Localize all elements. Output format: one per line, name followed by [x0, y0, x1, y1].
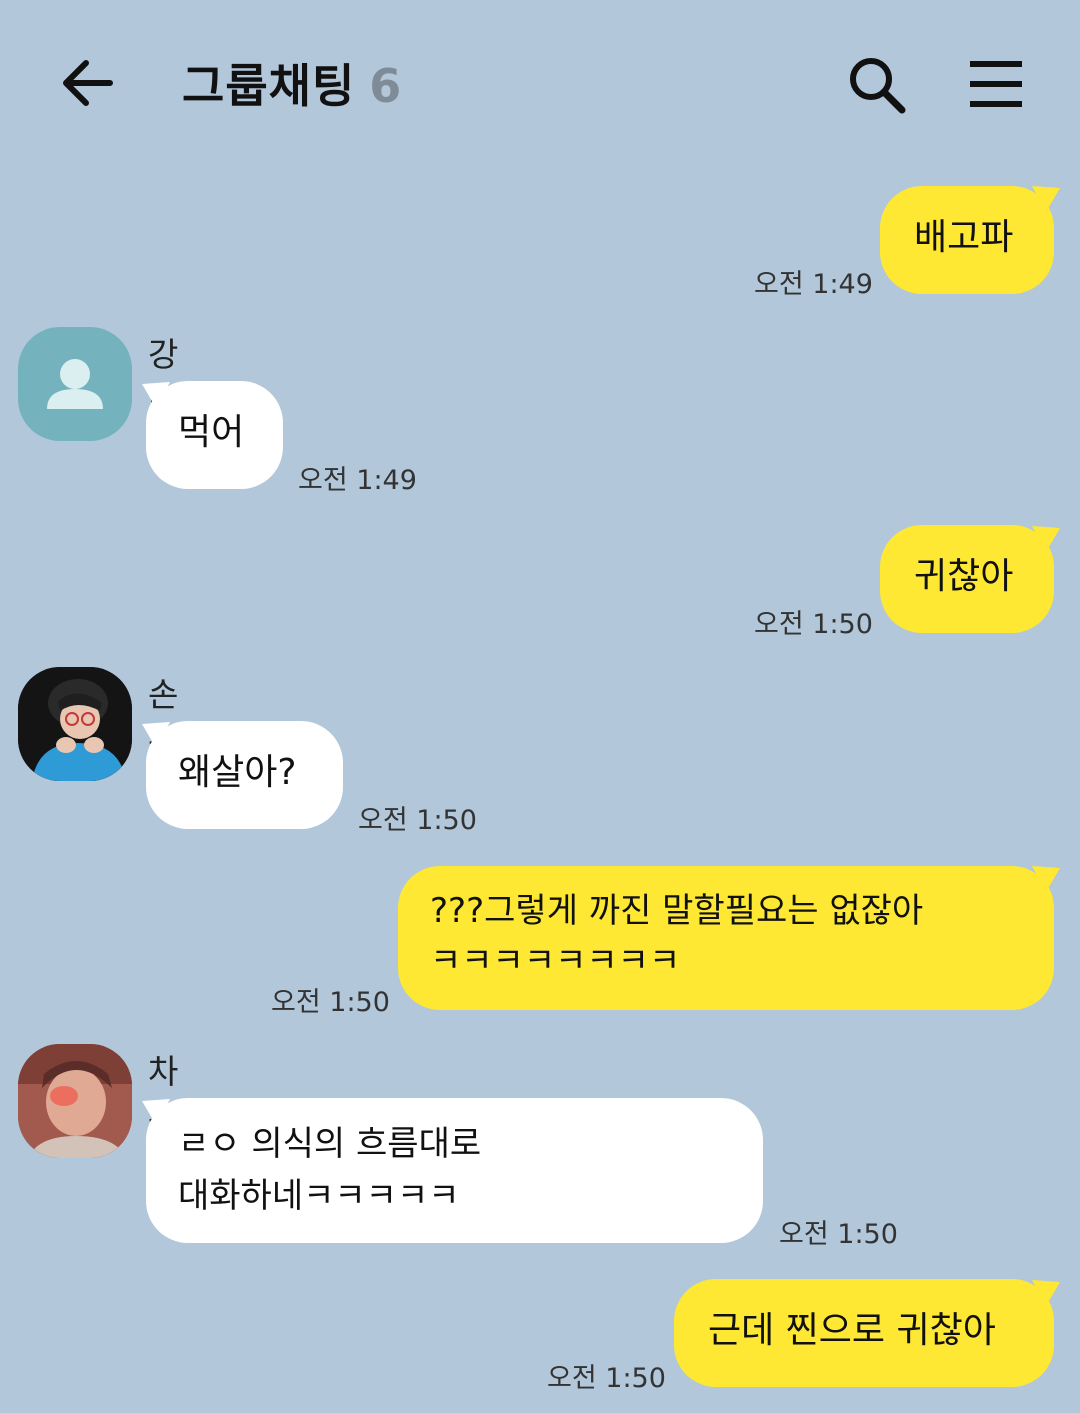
profile-photo — [18, 1044, 132, 1158]
message-time: 오전 1:49 — [298, 465, 417, 496]
search-icon[interactable] — [846, 54, 908, 116]
message-time: 오전 1:50 — [754, 609, 873, 640]
message-text-line: ???그렇게 까진 말할필요는 없잖아 — [430, 891, 924, 931]
message-text: 근데 찐으로 귀찮아 — [708, 1310, 996, 1351]
message-text: 왜살아? — [178, 752, 297, 793]
menu-icon[interactable] — [966, 58, 1026, 110]
message-text-line: ㄹㅇ 의식의 흐름대로 — [178, 1124, 482, 1164]
member-count: 6 — [369, 59, 403, 113]
message-time: 오전 1:50 — [358, 805, 477, 836]
bubble-tail — [1032, 1280, 1060, 1306]
default-avatar[interactable] — [18, 327, 132, 441]
person-icon — [47, 359, 103, 409]
message-text: 귀찮아 — [914, 556, 1014, 597]
message-bubble[interactable]: 귀찮아 — [880, 525, 1054, 633]
bubble-tail — [1032, 526, 1060, 552]
chat-title: 그룹채팅 6 — [182, 50, 402, 116]
message-bubble[interactable]: 왜살아? — [146, 721, 343, 829]
message-bubble[interactable]: 먹어 — [146, 381, 283, 489]
chat-header: 그룹채팅 6 — [0, 0, 1080, 170]
chat-room-name: 그룹채팅 — [182, 59, 356, 113]
message-bubble[interactable]: 배고파 — [880, 186, 1054, 294]
message-time: 오전 1:50 — [547, 1363, 666, 1394]
back-arrow-icon[interactable] — [58, 55, 118, 111]
message-text: 먹어 — [178, 412, 245, 453]
bubble-tail — [1032, 186, 1060, 212]
message-text-line: 대화하네ㅋㅋㅋㅋㅋ — [178, 1176, 460, 1216]
profile-photo-avatar[interactable] — [18, 1044, 132, 1158]
profile-photo-avatar[interactable] — [18, 667, 132, 781]
message-bubble[interactable]: ㄹㅇ 의식의 흐름대로 대화하네ㅋㅋㅋㅋㅋ — [146, 1098, 763, 1243]
message-bubble[interactable]: 근데 찐으로 귀찮아 — [674, 1279, 1054, 1387]
message-time: 오전 1:50 — [779, 1219, 898, 1250]
message-time: 오전 1:49 — [754, 269, 873, 300]
message-bubble[interactable]: ???그렇게 까진 말할필요는 없잖아 ㅋㅋㅋㅋㅋㅋㅋㅋ — [398, 866, 1054, 1010]
message-text-line: ㅋㅋㅋㅋㅋㅋㅋㅋ — [430, 941, 681, 981]
message-time: 오전 1:50 — [271, 987, 390, 1018]
message-text: 배고파 — [914, 217, 1014, 258]
bubble-tail — [1032, 866, 1060, 892]
profile-photo — [18, 667, 132, 781]
